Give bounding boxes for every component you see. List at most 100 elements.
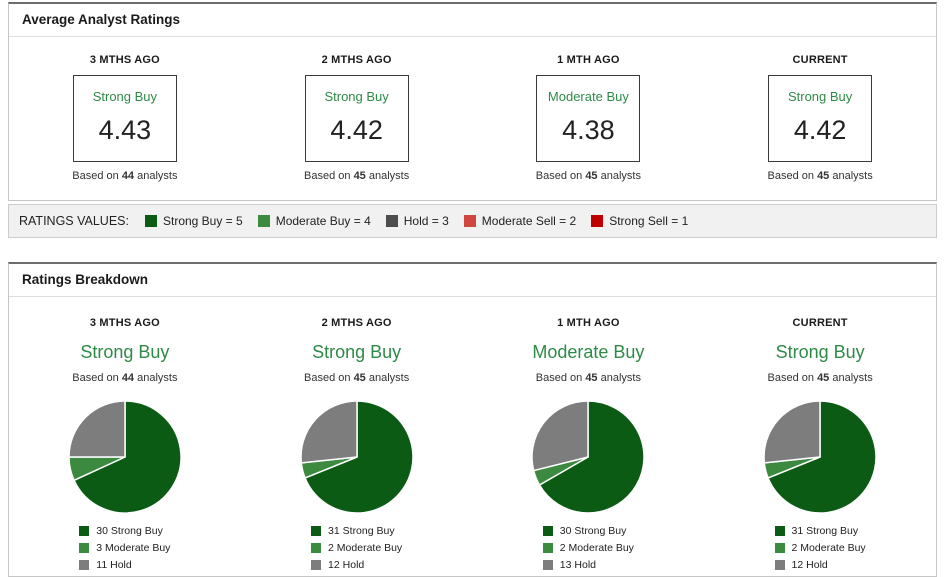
legend-item-moderate-sell: Moderate Sell = 2 bbox=[463, 214, 576, 228]
average-analyst-ratings-panel: Average Analyst Ratings 3 MTHS AGO Stron… bbox=[8, 2, 937, 201]
based-on-text: Based on 45 analysts bbox=[304, 170, 410, 182]
pie-slice-hold bbox=[68, 400, 126, 458]
legend-item-strong-buy: Strong Buy = 5 bbox=[144, 214, 243, 228]
breakdown-column-current: CURRENT Strong Buy Based on 45 analysts … bbox=[704, 317, 936, 576]
legend-row-hold: 11 Hold bbox=[79, 559, 170, 571]
pie-legend: 30 Strong Buy 3 Moderate Buy 11 Hold bbox=[79, 525, 170, 576]
analyst-count: 44 bbox=[121, 170, 135, 182]
hold-swatch bbox=[542, 560, 553, 570]
legend-row-moderate-buy: 2 Moderate Buy bbox=[542, 542, 634, 554]
legend-row-moderate-buy: 3 Moderate Buy bbox=[79, 542, 170, 554]
pie-chart-1mth bbox=[531, 400, 646, 514]
breakdown-column-3mths: 3 MTHS AGO Strong Buy Based on 44 analys… bbox=[9, 317, 241, 576]
pie-legend: 30 Strong Buy 2 Moderate Buy 13 Hold bbox=[542, 525, 634, 576]
moderate-sell-swatch bbox=[463, 215, 476, 227]
analyst-count: 45 bbox=[585, 372, 598, 384]
period-label: 1 MTH AGO bbox=[557, 54, 620, 66]
avg-column-current: CURRENT Strong Buy 4.42 Based on 45 anal… bbox=[704, 54, 936, 182]
pie-legend: 31 Strong Buy 2 Moderate Buy 12 Hold bbox=[311, 525, 402, 576]
rating-box: Moderate Buy 4.38 bbox=[536, 75, 641, 162]
rating-label: Strong Buy bbox=[92, 89, 158, 104]
analyst-count: 45 bbox=[585, 170, 598, 182]
based-on-text: Based on 44 analysts bbox=[72, 170, 178, 182]
rating-value: 4.38 bbox=[562, 115, 615, 145]
breakdown-column-1mth: 1 MTH AGO Moderate Buy Based on 45 analy… bbox=[473, 317, 705, 576]
legend-row-strong-buy: 31 Strong Buy bbox=[774, 525, 866, 537]
avg-column-1mth: 1 MTH AGO Moderate Buy 4.38 Based on 45 … bbox=[473, 54, 705, 182]
pie-legend: 31 Strong Buy 2 Moderate Buy 12 Hold bbox=[774, 525, 866, 576]
rating-label: Strong Buy bbox=[312, 342, 402, 362]
moderate-buy-swatch bbox=[311, 543, 322, 553]
moderate-buy-swatch bbox=[542, 543, 553, 553]
strong-buy-swatch bbox=[79, 526, 90, 536]
legend-row-hold: 13 Hold bbox=[542, 559, 634, 571]
rating-label: Moderate Buy bbox=[532, 342, 645, 362]
pie-chart-2mths bbox=[299, 400, 414, 514]
period-label: 2 MTHS AGO bbox=[321, 54, 392, 66]
based-on-text: Based on 45 analysts bbox=[535, 372, 641, 384]
analyst-count: 45 bbox=[353, 372, 366, 384]
rating-label: Strong Buy bbox=[324, 89, 389, 104]
legend-item-hold: Hold = 3 bbox=[385, 214, 449, 228]
hold-swatch bbox=[79, 560, 90, 570]
based-on-text: Based on 44 analysts bbox=[72, 372, 178, 384]
rating-label: Strong Buy bbox=[80, 342, 170, 362]
pie-chart-3mths bbox=[68, 400, 182, 514]
based-on-text: Based on 45 analysts bbox=[304, 372, 410, 384]
moderate-buy-swatch bbox=[79, 543, 90, 553]
average-ratings-row: 3 MTHS AGO Strong Buy 4.43 Based on 44 a… bbox=[9, 37, 936, 200]
based-on-text: Based on 45 analysts bbox=[535, 170, 641, 182]
ratings-values-label: RATINGS VALUES: bbox=[19, 214, 129, 228]
breakdown-column-2mths: 2 MTHS AGO Strong Buy Based on 45 analys… bbox=[241, 317, 473, 576]
strong-sell-swatch bbox=[591, 215, 604, 227]
legend-item-moderate-buy: Moderate Buy = 4 bbox=[257, 214, 371, 228]
pie-slice-hold bbox=[299, 400, 358, 464]
strong-buy-swatch bbox=[144, 215, 157, 227]
breakdown-row: 3 MTHS AGO Strong Buy Based on 44 analys… bbox=[9, 297, 936, 576]
hold-swatch bbox=[385, 215, 398, 227]
hold-swatch bbox=[311, 560, 322, 570]
strong-buy-swatch bbox=[542, 526, 553, 536]
moderate-buy-swatch bbox=[257, 215, 270, 227]
analyst-count: 45 bbox=[817, 170, 830, 182]
hold-swatch bbox=[774, 560, 785, 570]
rating-label: Strong Buy bbox=[787, 89, 853, 104]
rating-box: Strong Buy 4.43 bbox=[72, 75, 177, 162]
legend-item-strong-sell: Strong Sell = 1 bbox=[591, 214, 688, 228]
legend-row-strong-buy: 30 Strong Buy bbox=[542, 525, 634, 537]
legend-row-strong-buy: 30 Strong Buy bbox=[79, 525, 170, 537]
period-label: CURRENT bbox=[792, 54, 848, 66]
period-label: 3 MTHS AGO bbox=[89, 54, 160, 66]
pie-slice-hold bbox=[763, 400, 821, 464]
legend-row-moderate-buy: 2 Moderate Buy bbox=[311, 542, 402, 554]
rating-label: Moderate Buy bbox=[547, 89, 629, 104]
legend-row-strong-buy: 31 Strong Buy bbox=[311, 525, 402, 537]
analyst-count: 44 bbox=[121, 372, 135, 384]
period-label: CURRENT bbox=[792, 317, 848, 329]
legend-row-hold: 12 Hold bbox=[774, 559, 866, 571]
based-on-text: Based on 45 analysts bbox=[767, 372, 873, 384]
rating-box: Strong Buy 4.42 bbox=[768, 75, 873, 162]
strong-buy-swatch bbox=[311, 526, 322, 536]
ratings-values-strip: RATINGS VALUES: Strong Buy = 5 Moderate … bbox=[8, 204, 937, 238]
legend-row-hold: 12 Hold bbox=[311, 559, 402, 571]
avg-column-3mths: 3 MTHS AGO Strong Buy 4.43 Based on 44 a… bbox=[9, 54, 241, 182]
moderate-buy-swatch bbox=[774, 543, 785, 553]
pie-chart-current bbox=[763, 400, 877, 514]
analyst-count: 45 bbox=[817, 372, 830, 384]
strong-buy-swatch bbox=[774, 526, 785, 536]
ratings-breakdown-panel: Ratings Breakdown 3 MTHS AGO Strong Buy … bbox=[8, 262, 937, 577]
period-label: 3 MTHS AGO bbox=[89, 317, 160, 329]
based-on-text: Based on 45 analysts bbox=[767, 170, 873, 182]
period-label: 1 MTH AGO bbox=[557, 317, 620, 329]
panel-title: Ratings Breakdown bbox=[9, 264, 936, 297]
rating-box: Strong Buy 4.42 bbox=[304, 75, 409, 162]
rating-value: 4.43 bbox=[98, 115, 152, 145]
rating-value: 4.42 bbox=[793, 115, 847, 145]
analyst-count: 45 bbox=[353, 170, 366, 182]
legend-row-moderate-buy: 2 Moderate Buy bbox=[774, 542, 866, 554]
rating-label: Strong Buy bbox=[775, 342, 865, 362]
rating-value: 4.42 bbox=[330, 115, 383, 145]
panel-title: Average Analyst Ratings bbox=[9, 4, 936, 37]
avg-column-2mths: 2 MTHS AGO Strong Buy 4.42 Based on 45 a… bbox=[241, 54, 473, 182]
